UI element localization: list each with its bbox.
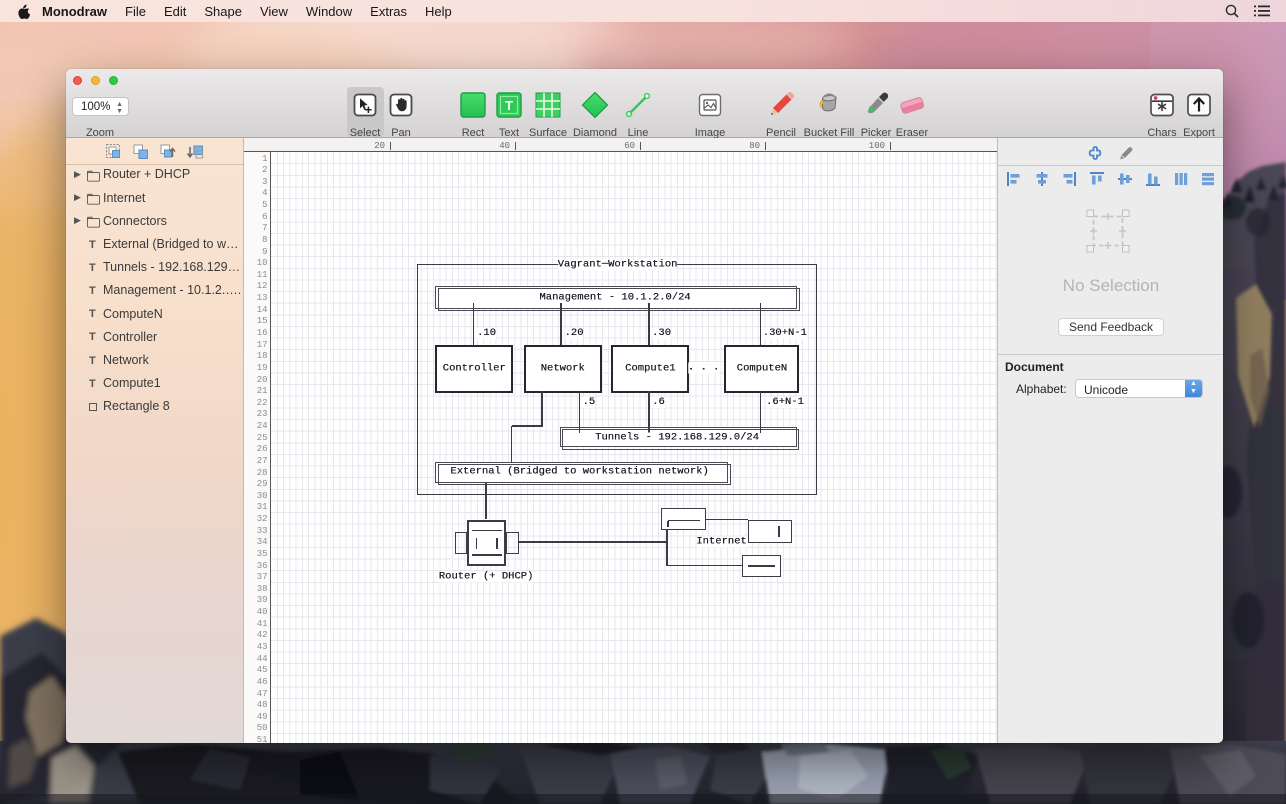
svg-text:T: T <box>505 98 513 113</box>
